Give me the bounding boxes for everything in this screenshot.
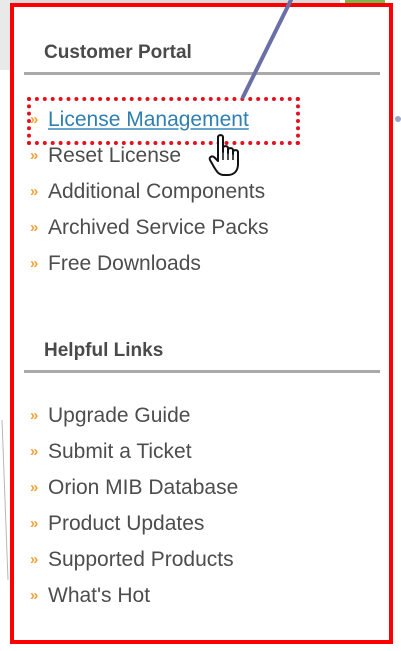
link-label: Orion MIB Database: [48, 476, 239, 499]
link-orion-mib-database[interactable]: » Orion MIB Database: [24, 470, 380, 506]
link-upgrade-guide[interactable]: » Upgrade Guide: [24, 398, 380, 434]
link-label: Free Downloads: [48, 252, 201, 275]
chevron-bullet-icon: »: [30, 443, 39, 460]
helpful-links-list: » Upgrade Guide » Submit a Ticket » Orion M…: [24, 398, 380, 614]
chevron-bullet-icon: »: [30, 183, 39, 200]
chevron-bullet-icon: »: [30, 147, 39, 164]
customer-portal-section: Customer Portal: [24, 36, 380, 75]
chevron-bullet-icon: »: [30, 551, 39, 568]
link-free-downloads[interactable]: » Free Downloads: [24, 246, 380, 282]
chevron-bullet-icon: »: [30, 111, 39, 128]
link-label: Product Updates: [48, 512, 205, 535]
link-additional-components[interactable]: » Additional Components: [24, 174, 380, 210]
chevron-bullet-icon: »: [30, 255, 39, 272]
helpful-links-section: Helpful Links: [24, 334, 380, 373]
link-license-management[interactable]: » License Management: [24, 102, 380, 138]
chevron-bullet-icon: »: [30, 515, 39, 532]
chevron-bullet-icon: »: [30, 407, 39, 424]
section-title: Helpful Links: [44, 340, 164, 361]
link-label: What's Hot: [48, 584, 151, 607]
screenshot-stage: Customer Portal » License Management » Res…: [0, 0, 401, 651]
link-label: License Management: [48, 108, 249, 131]
background-left-line: [0, 420, 10, 580]
callout-dot: [395, 116, 401, 122]
link-label: Submit a Ticket: [48, 440, 192, 463]
link-submit-a-ticket[interactable]: » Submit a Ticket: [24, 434, 380, 470]
section-title: Customer Portal: [44, 42, 192, 63]
link-label: Upgrade Guide: [48, 404, 191, 427]
chevron-bullet-icon: »: [30, 219, 39, 236]
link-product-updates[interactable]: » Product Updates: [24, 506, 380, 542]
link-label: Archived Service Packs: [48, 216, 269, 239]
section-divider: [24, 72, 380, 75]
link-label: Additional Components: [48, 180, 266, 203]
link-archived-service-packs[interactable]: » Archived Service Packs: [24, 210, 380, 246]
chevron-bullet-icon: »: [30, 479, 39, 496]
customer-portal-links: » License Management » Reset License » Addi…: [24, 102, 380, 282]
link-label: Reset License: [48, 144, 182, 167]
link-reset-license[interactable]: » Reset License: [24, 138, 380, 174]
link-whats-hot[interactable]: » What's Hot: [24, 578, 380, 614]
background-page-fragment: [0, 0, 10, 70]
link-label: Supported Products: [48, 548, 234, 571]
chevron-bullet-icon: »: [30, 587, 39, 604]
section-divider: [24, 370, 380, 373]
link-supported-products[interactable]: » Supported Products: [24, 542, 380, 578]
